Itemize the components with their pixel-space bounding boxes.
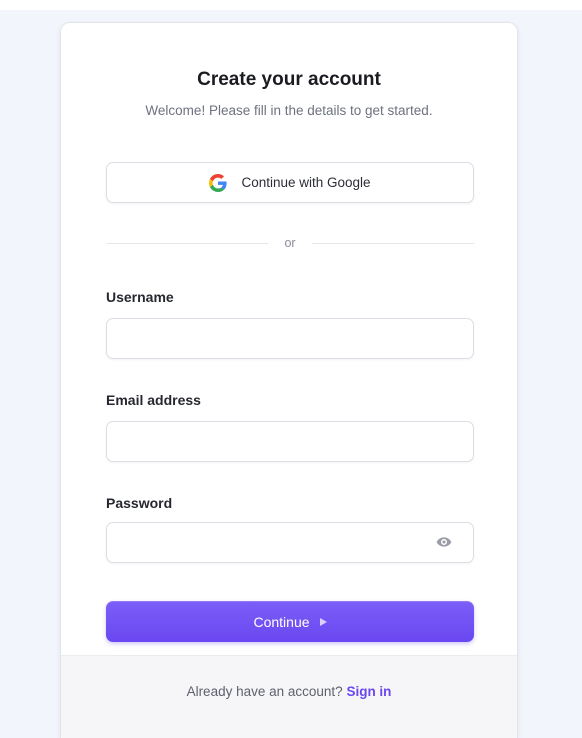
sign-in-link[interactable]: Sign in xyxy=(346,684,391,699)
google-icon xyxy=(209,173,228,192)
continue-with-google-button[interactable]: Continue with Google xyxy=(106,162,474,203)
continue-button-label: Continue xyxy=(253,613,310,630)
sign-in-prompt: Already have an account? Sign in xyxy=(61,684,517,699)
username-input[interactable] xyxy=(106,318,474,359)
continue-button[interactable]: Continue xyxy=(106,601,474,642)
password-input[interactable] xyxy=(106,522,474,563)
sign-in-prompt-text: Already have an account? xyxy=(186,684,343,699)
or-divider: or xyxy=(106,234,474,252)
email-label: Email address xyxy=(106,392,201,408)
divider-line-right xyxy=(311,242,474,244)
password-label: Password xyxy=(106,495,173,511)
page-subtitle: Welcome! Please fill in the details to g… xyxy=(145,103,433,118)
divider-text: or xyxy=(284,236,296,250)
card-footer: Already have an account? Sign in xyxy=(61,655,517,738)
google-button-label: Continue with Google xyxy=(241,175,371,190)
divider-line-left xyxy=(106,242,269,244)
signup-form: Create your account Welcome! Please fill… xyxy=(61,23,517,655)
play-icon xyxy=(319,617,327,626)
email-input[interactable] xyxy=(106,421,474,462)
page-title: Create your account xyxy=(197,69,381,90)
eye-icon[interactable] xyxy=(436,534,452,550)
signup-card: Create your account Welcome! Please fill… xyxy=(60,22,518,738)
username-label: Username xyxy=(106,289,174,305)
